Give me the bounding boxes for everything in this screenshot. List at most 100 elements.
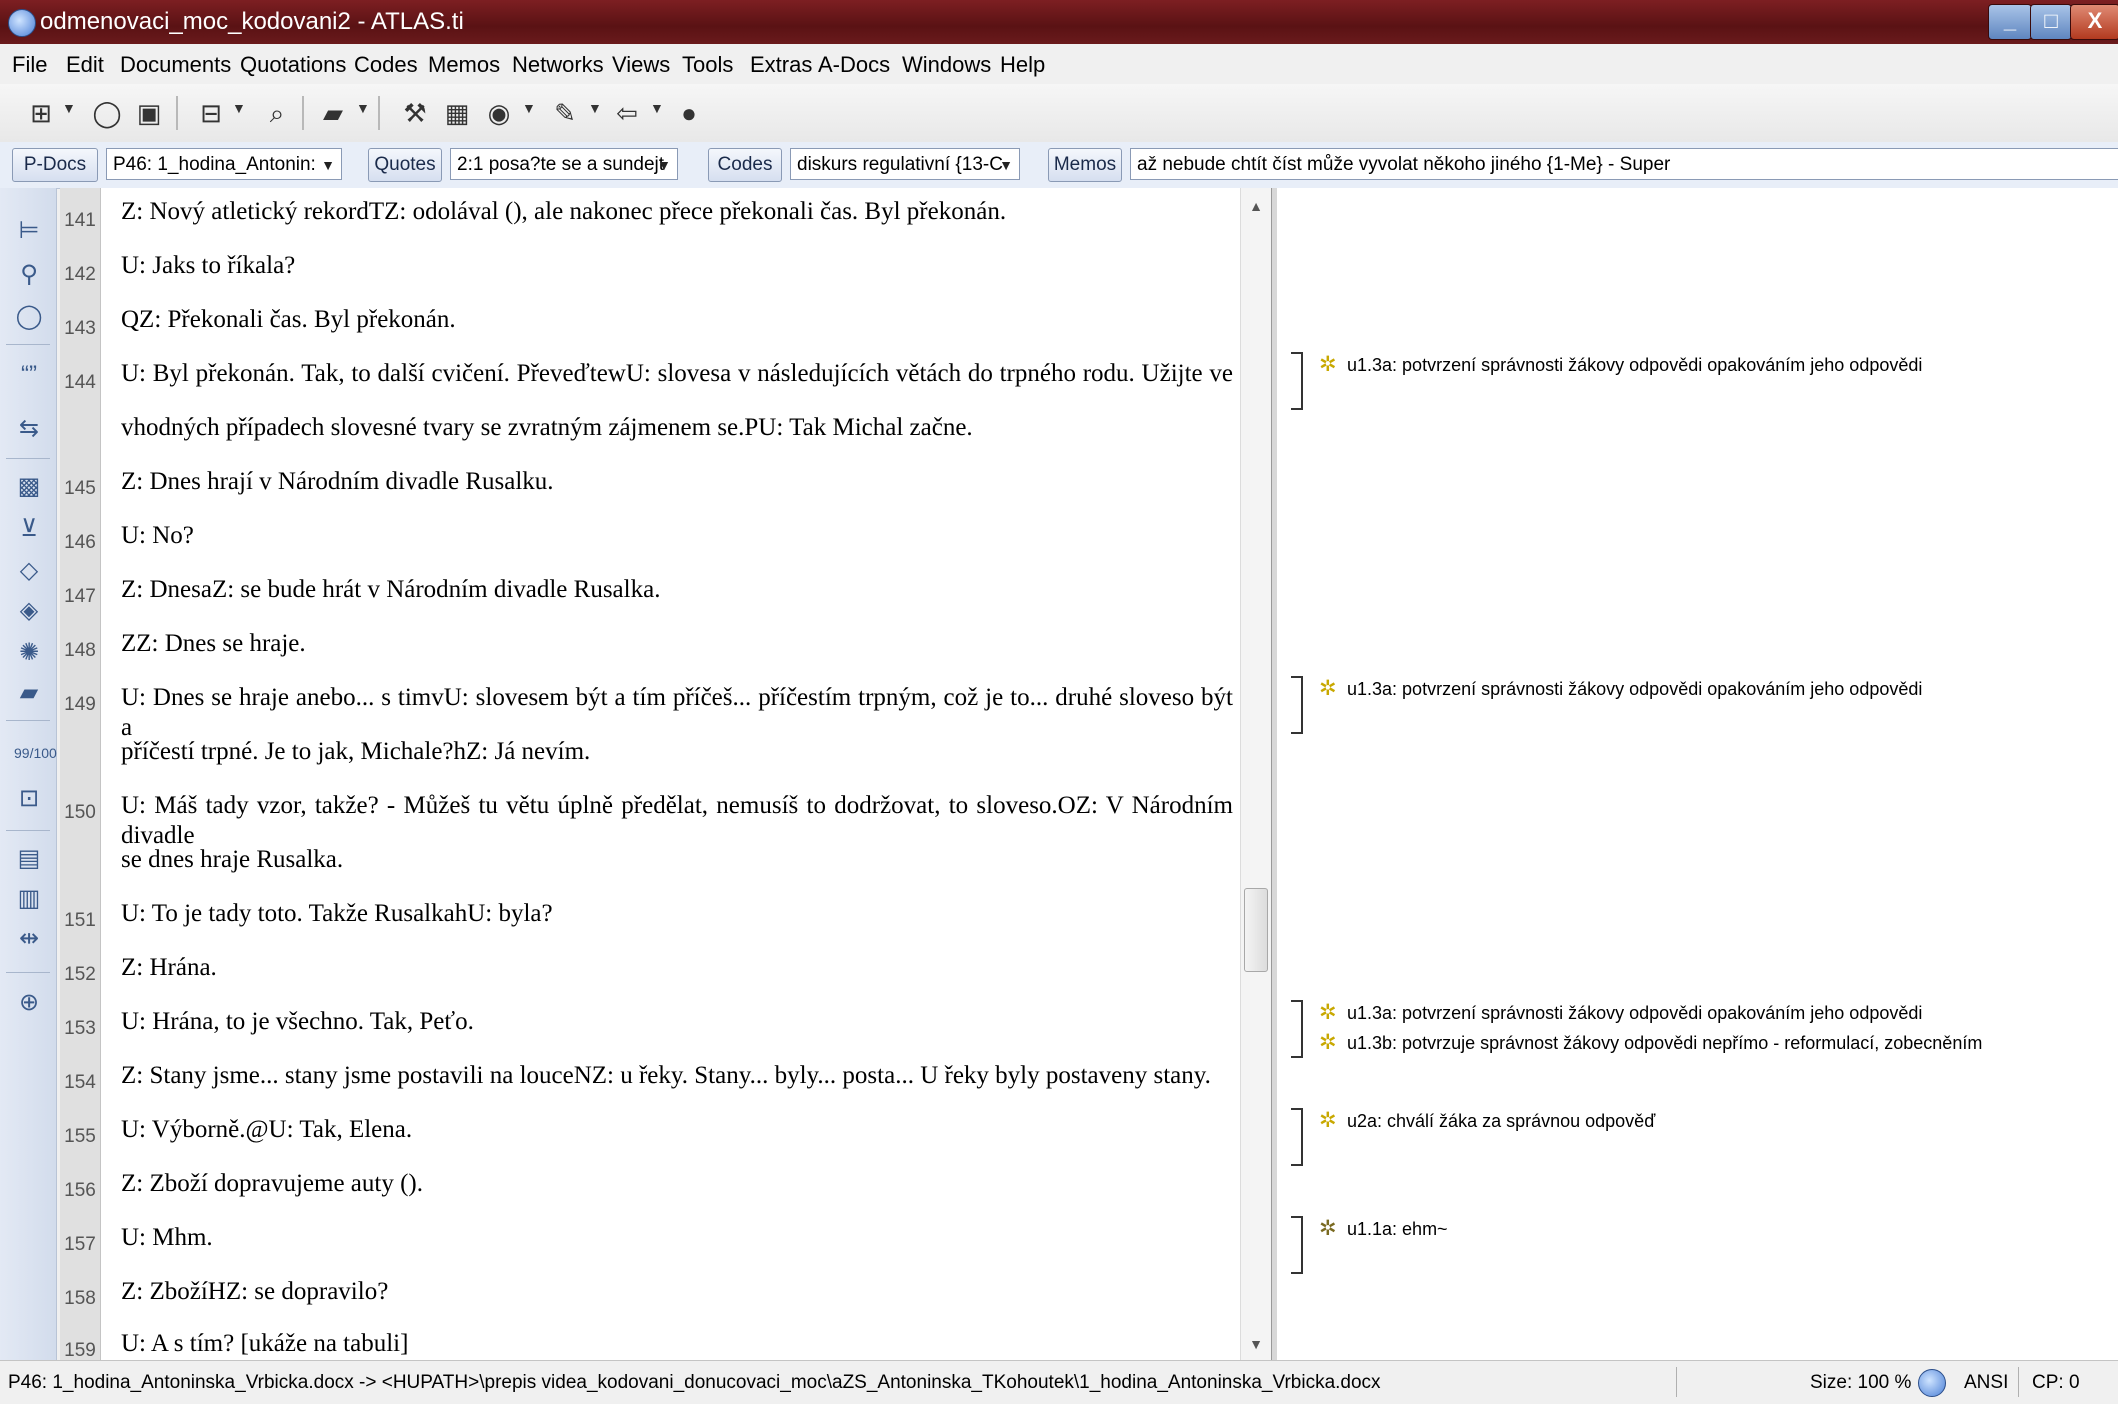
document-line[interactable]: QZ: Překonali čas. Byl překonán. — [121, 305, 456, 335]
maximize-button[interactable]: □ — [2030, 4, 2072, 40]
document-line[interactable]: Z: ZbožíHZ: se dopravilo? — [121, 1277, 388, 1307]
document-line[interactable]: U: A s tím? [ukáže na tabuli] — [121, 1329, 408, 1359]
menu-windows[interactable]: Windows — [902, 52, 991, 78]
memos-manager-button[interactable]: Memos — [1048, 148, 1122, 182]
find-icon[interactable]: ⌕ — [262, 98, 292, 128]
code-label[interactable]: u1.3a: potvrzení správnosti žákovy odpov… — [1347, 1000, 1922, 1026]
menu-help[interactable]: Help — [1000, 52, 1045, 78]
minimize-button[interactable]: _ — [1988, 4, 2032, 40]
code-by-list-icon[interactable]: ◇ — [14, 556, 44, 586]
document-line[interactable]: Z: Hrána. — [121, 953, 217, 983]
document-line[interactable]: U: Máš tady vzor, takže? - Můžeš tu větu… — [121, 791, 1233, 851]
document-line[interactable]: U: No? — [121, 521, 194, 551]
menu-extras[interactable]: Extras — [750, 52, 812, 78]
code-label[interactable]: u1.3b: potvrzuje správnost žákovy odpově… — [1347, 1030, 1982, 1056]
new-hu-icon[interactable]: ⊞ — [26, 98, 56, 128]
document-line[interactable]: se dnes hraje Rusalka. — [121, 845, 343, 875]
quote-marks-icon[interactable]: “” — [14, 360, 44, 390]
menu-a-docs[interactable]: A-Docs — [818, 52, 890, 78]
margin-layout-icon[interactable]: ▥ — [14, 884, 44, 914]
document-line[interactable]: příčestí trpné. Je to jak, Michale?hZ: J… — [121, 737, 590, 767]
menu-quotations[interactable]: Quotations — [240, 52, 346, 78]
chevron-down-icon[interactable]: ▼ — [356, 100, 370, 116]
menu-networks[interactable]: Networks — [512, 52, 604, 78]
auto-coding-icon[interactable]: ✺ — [14, 638, 44, 668]
percent-zoom-icon[interactable]: 99/100 — [14, 738, 57, 768]
codes-dropdown[interactable]: diskurs regulativní {13-C ▼ — [790, 148, 1020, 180]
menu-views[interactable]: Views — [612, 52, 670, 78]
code-label[interactable]: u2a: chválí žáka za správnou odpověď — [1347, 1108, 1655, 1134]
document-line[interactable]: Z: Stany jsme... stany jsme postavili na… — [121, 1061, 1211, 1091]
menu-codes[interactable]: Codes — [354, 52, 418, 78]
margin-toggle-icon[interactable]: ▤ — [14, 844, 44, 874]
zoom-icon[interactable]: ⊕ — [14, 988, 44, 1018]
scroll-up-arrow-icon[interactable]: ▲ — [1241, 198, 1271, 214]
chevron-down-icon[interactable]: ▼ — [588, 100, 602, 116]
memos-dropdown[interactable]: až nebude chtít číst může vyvolat někoho… — [1130, 148, 2118, 180]
quotation-bracket[interactable] — [1291, 352, 1303, 410]
search-icon[interactable]: ⚲ — [14, 260, 44, 290]
code-label[interactable]: u1.3a: potvrzení správnosti žákovy odpov… — [1347, 676, 1922, 702]
scroll-down-arrow-icon[interactable]: ▼ — [1241, 1336, 1271, 1352]
document-line[interactable]: U: Hrána, to je všechno. Tak, Peťo. — [121, 1007, 474, 1037]
chevron-down-icon[interactable]: ▼ — [522, 100, 536, 116]
quotation-bracket[interactable] — [1291, 1216, 1303, 1274]
margin-width-icon[interactable]: ⇹ — [14, 924, 44, 954]
xml-export-icon[interactable]: ◉ — [484, 98, 514, 128]
chevron-down-icon[interactable]: ▼ — [232, 100, 246, 116]
save-icon[interactable]: ▣ — [134, 98, 164, 128]
pdocs-dropdown[interactable]: P46: 1_hodina_Antonin: ▼ — [106, 148, 342, 180]
open-folder-icon[interactable]: ▰ — [318, 98, 348, 128]
quotation-bracket[interactable] — [1291, 1000, 1303, 1058]
chevron-down-icon[interactable]: ▼ — [62, 100, 76, 116]
pdocs-manager-button[interactable]: P-Docs — [12, 148, 98, 182]
document-text-pane[interactable]: Z: Nový atletický rekordTZ: odolával (),… — [101, 188, 1240, 1360]
document-line[interactable]: U: Jaks to říkala? — [121, 251, 295, 281]
document-line[interactable]: Z: Zboží dopravujeme auty (). — [121, 1169, 423, 1199]
scrollbar-thumb[interactable] — [1244, 888, 1268, 972]
document-line[interactable]: U: Výborně.@U: Tak, Elena. — [121, 1115, 412, 1145]
quotation-bracket[interactable] — [1291, 1108, 1303, 1166]
menu-edit[interactable]: Edit — [66, 52, 104, 78]
open-hu-icon[interactable]: ◯ — [92, 98, 122, 128]
document-line[interactable]: Z: Dnes hrají v Národním divadle Rusalku… — [121, 467, 554, 497]
globe-icon[interactable] — [1918, 1369, 1946, 1397]
close-button[interactable]: X — [2070, 4, 2118, 40]
quotes-manager-button[interactable]: Quotes — [368, 148, 442, 182]
bomb-icon[interactable]: ● — [674, 98, 704, 128]
document-line[interactable]: vhodných případech slovesné tvary se zvr… — [121, 413, 973, 443]
atlas-app-icon[interactable] — [8, 9, 36, 37]
back-arrow-icon[interactable]: ⇦ — [612, 98, 642, 128]
code-in-vivo-icon[interactable]: ⊻ — [14, 514, 44, 544]
comment-icon[interactable]: ◯ — [14, 302, 44, 332]
document-line[interactable]: Z: Nový atletický rekordTZ: odolával (),… — [121, 197, 1006, 227]
quotes-dropdown[interactable]: 2:1 posa?te se a sundejt ▼ — [450, 148, 678, 180]
document-line[interactable]: U: Mhm. — [121, 1223, 213, 1253]
codes-manager-button[interactable]: Codes — [708, 148, 782, 182]
menu-file[interactable]: File — [12, 52, 47, 78]
vertical-scrollbar[interactable]: ▲ ▼ — [1240, 188, 1271, 1360]
assign-document-icon[interactable]: ⊟ — [196, 98, 226, 128]
create-quotation-icon[interactable]: ⊨ — [14, 216, 44, 246]
code-family-icon[interactable]: ▦ — [442, 98, 472, 128]
line-number: 148 — [64, 640, 96, 661]
code-list-icon[interactable]: ⇆ — [14, 414, 44, 444]
document-line[interactable]: U: To je tady toto. Takže RusalkahU: byl… — [121, 899, 553, 929]
quotation-bracket[interactable] — [1291, 676, 1303, 734]
code-label[interactable]: u1.3a: potvrzení správnosti žákovy odpov… — [1347, 352, 1922, 378]
document-line[interactable]: U: Dnes se hraje anebo... s timvU: slove… — [121, 683, 1233, 743]
tools-icon[interactable]: ✎ — [550, 98, 580, 128]
chevron-down-icon[interactable]: ▼ — [650, 100, 664, 116]
document-line[interactable]: U: Byl překonán. Tak, to další cvičení. … — [121, 359, 1233, 389]
code-label[interactable]: u1.1a: ehm~ — [1347, 1216, 1448, 1242]
quick-coding-icon[interactable]: ◈ — [14, 596, 44, 626]
menu-memos[interactable]: Memos — [428, 52, 500, 78]
open-coding-icon[interactable]: ▩ — [14, 472, 44, 502]
menu-documents[interactable]: Documents — [120, 52, 231, 78]
document-info-icon[interactable]: ⊡ — [14, 784, 44, 814]
query-tool-icon[interactable]: ⚒ — [400, 98, 430, 128]
document-line[interactable]: Z: DnesaZ: se bude hrát v Národním divad… — [121, 575, 660, 605]
document-line[interactable]: ZZ: Dnes se hraje. — [121, 629, 306, 659]
eraser-icon[interactable]: ▰ — [14, 678, 44, 708]
menu-tools[interactable]: Tools — [682, 52, 733, 78]
